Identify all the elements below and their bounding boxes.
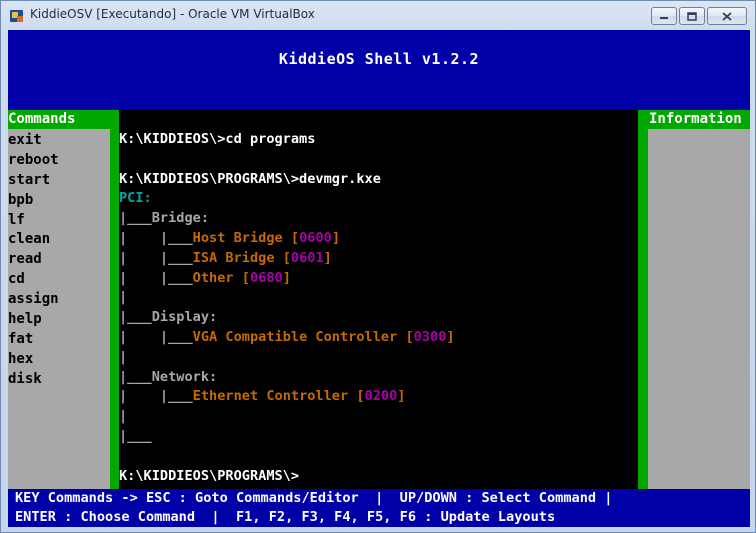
shell-header: KiddieOS Shell v1.2.2 — [8, 30, 750, 110]
console-text: | — [119, 408, 128, 425]
virtualbox-icon — [9, 8, 25, 24]
console-line: | |___Other [0680] — [119, 269, 638, 289]
console-text: Host Bridge [ — [192, 229, 300, 246]
console-text: | |___ — [119, 388, 193, 405]
info-panel: Information — [648, 110, 750, 489]
console-line: | — [119, 348, 638, 368]
command-item-exit[interactable]: exit — [8, 131, 110, 151]
commands-list: exit reboot start bpb lf clean read cd assign hel… — [8, 131, 110, 390]
commands-panel-border — [110, 110, 119, 489]
console-line: | — [119, 288, 638, 308]
close-icon — [722, 11, 732, 21]
key-help-line-1: KEY Commands -> ESC : Goto Commands/Edit… — [15, 490, 613, 506]
console-text: Ethernet Controller [ — [192, 388, 365, 405]
console-text: 0300 — [413, 328, 447, 345]
console-output[interactable]: K:\KIDDIEOS\>cd programs K:\KIDDIEOS\PROG… — [119, 130, 638, 489]
console-line: | — [119, 407, 638, 427]
console-text: 0200 — [364, 388, 398, 405]
console-line: | |___Host Bridge [0600] — [119, 229, 638, 249]
console-text: ] — [446, 328, 455, 345]
command-item-read[interactable]: read — [8, 250, 110, 270]
console-line: K:\KIDDIEOS\>cd programs — [119, 130, 638, 150]
key-help-bar: KEY Commands -> ESC : Goto Commands/Edit… — [8, 489, 750, 527]
commands-panel: Commands exit reboot start bpb lf clean read cd… — [8, 110, 110, 489]
console-text: ] — [282, 269, 291, 286]
console-text: 0600 — [299, 229, 332, 246]
console-text: | |___ — [119, 269, 193, 286]
console-text: |___Bridge: — [119, 210, 210, 227]
console-text: | — [119, 289, 128, 306]
command-item-clean[interactable]: clean — [8, 230, 110, 250]
console-text: | |___ — [119, 229, 193, 246]
console-text: ] — [331, 229, 341, 246]
console-line: |___ — [119, 427, 638, 447]
console-text: 0680 — [249, 269, 283, 286]
command-item-reboot[interactable]: reboot — [8, 151, 110, 171]
command-item-help[interactable]: help — [8, 310, 110, 330]
commands-panel-title: Commands — [8, 110, 110, 129]
console-line: K:\KIDDIEOS\PROGRAMS\> — [119, 467, 638, 487]
console-text: K:\KIDDIEOS\PROGRAMS\>devmgr.kxe — [119, 170, 381, 187]
console-line: | |___ISA Bridge [0601] — [119, 249, 638, 269]
console-line: |___Network: — [119, 368, 638, 388]
maximize-button[interactable] — [679, 7, 705, 25]
command-item-disk[interactable]: disk — [8, 370, 110, 390]
command-item-lf[interactable]: lf — [8, 211, 110, 231]
console-text: |___ — [119, 427, 152, 444]
console-text: | |___ — [119, 328, 193, 345]
console-text: ] — [323, 249, 332, 266]
window-title: KiddieOSV [Executando] - Oracle VM Virtu… — [30, 7, 315, 21]
vm-display[interactable]: KiddieOS Shell v1.2.2 Commands exit reboo… — [8, 30, 750, 527]
close-button[interactable] — [707, 7, 747, 25]
console-text: | — [119, 348, 128, 365]
virtualbox-window: KiddieOSV [Executando] - Oracle VM Virtu… — [0, 0, 756, 533]
console-text: 0601 — [290, 249, 324, 266]
minimize-button[interactable] — [651, 7, 677, 25]
key-help-line-2: ENTER : Choose Command | F1, F2, F3, F4,… — [15, 509, 556, 525]
title-bar[interactable]: KiddieOSV [Executando] - Oracle VM Virtu… — [1, 1, 755, 29]
console-text: |___Network: — [119, 368, 218, 385]
console-text: K:\KIDDIEOS\>cd programs — [119, 131, 316, 147]
console-text: PCI: — [119, 190, 152, 207]
console-text: |___Display: — [119, 309, 218, 326]
shell-title: KiddieOS Shell v1.2.2 — [278, 50, 480, 68]
console-line: |___Display: — [119, 308, 638, 328]
command-item-cd[interactable]: cd — [8, 270, 110, 290]
console-text: VGA Compatible Controller [ — [192, 328, 414, 345]
console-text: K:\KIDDIEOS\PROGRAMS\> — [119, 467, 300, 484]
command-item-bpb[interactable]: bpb — [8, 191, 110, 211]
console-line: | |___VGA Compatible Controller [0300] — [119, 328, 638, 348]
console-line: | |___Ethernet Controller [0200] — [119, 387, 638, 407]
command-item-start[interactable]: start — [8, 171, 110, 191]
info-panel-title: Information — [648, 110, 750, 129]
info-panel-border — [638, 110, 648, 489]
console-line: PCI: — [119, 189, 638, 209]
console-text: ] — [397, 388, 406, 405]
console-text: Other [ — [192, 269, 250, 286]
console-text: ISA Bridge [ — [192, 249, 291, 266]
window-controls — [651, 7, 747, 25]
command-item-hex[interactable]: hex — [8, 350, 110, 370]
console-text: | |___ — [119, 249, 193, 266]
console-line: |___Bridge: — [119, 209, 638, 229]
maximize-icon — [687, 11, 697, 21]
command-item-fat[interactable]: fat — [8, 330, 110, 350]
minimize-icon — [659, 12, 669, 20]
console-line: K:\KIDDIEOS\PROGRAMS\>devmgr.kxe — [119, 170, 638, 190]
command-item-assign[interactable]: assign — [8, 290, 110, 310]
